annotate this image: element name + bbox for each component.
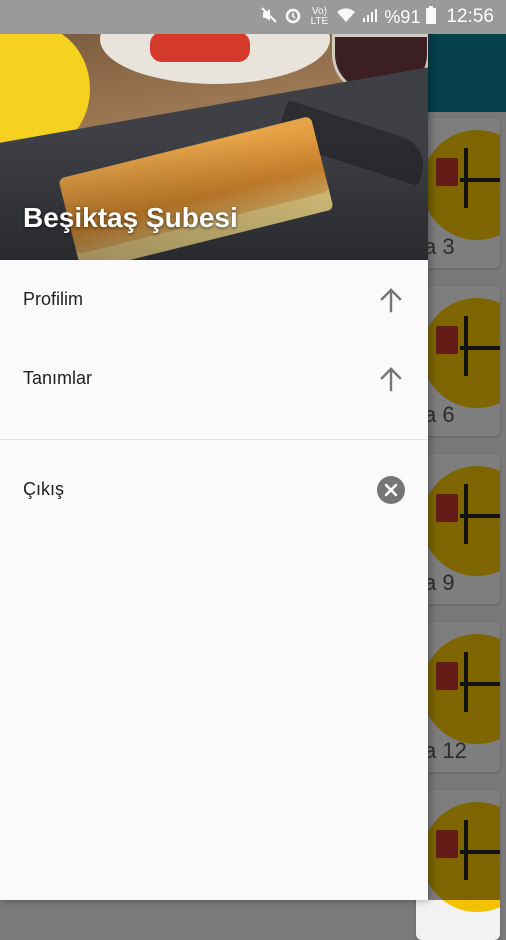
volte-label: Vo) LTE: [310, 6, 329, 27]
battery-icon: [426, 6, 437, 28]
navigation-drawer: Beşiktaş Şubesi Profilim Tanımlar Çıkış: [0, 0, 428, 900]
drawer-menu: Profilim Tanımlar Çıkış: [0, 260, 428, 529]
menu-divider: [0, 439, 428, 440]
branch-title: Beşiktaş Şubesi: [23, 202, 238, 233]
menu-item-profilim[interactable]: Profilim: [0, 260, 428, 339]
close-circle-icon: [376, 475, 406, 505]
clock: 12:56: [446, 6, 494, 27]
menu-item-label: Çıkış: [23, 479, 65, 499]
arrow-up-icon: [376, 364, 406, 394]
menu-item-label: Tanımlar: [23, 368, 93, 388]
wifi-icon: [336, 7, 356, 27]
menu-item-tanimlar[interactable]: Tanımlar: [0, 339, 428, 418]
battery-percent: %91: [384, 6, 421, 27]
menu-item-label: Profilim: [23, 289, 84, 309]
status-bar: Vo) LTE %91 12:56: [0, 0, 506, 34]
mute-icon: [260, 6, 278, 28]
signal-icon: [362, 7, 378, 27]
drawer-header: Beşiktaş Şubesi: [0, 34, 428, 260]
menu-item-logout[interactable]: Çıkış: [0, 450, 428, 529]
alarm-icon: [284, 6, 302, 28]
arrow-up-icon: [376, 285, 406, 315]
